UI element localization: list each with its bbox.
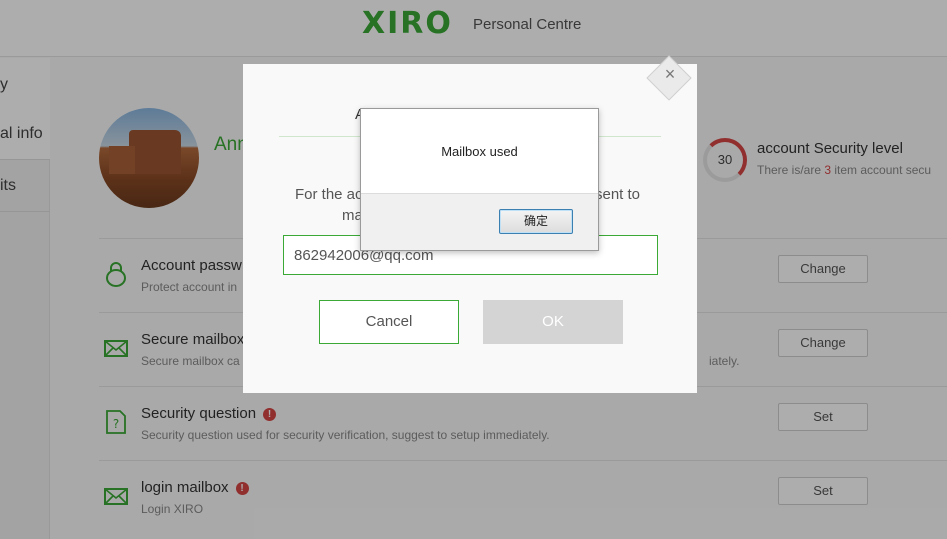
alert-footer: 确定 xyxy=(361,193,598,250)
close-icon[interactable]: × xyxy=(661,64,679,86)
alert-dialog: Mailbox used 确定 xyxy=(360,108,599,251)
modal-instruction-tail: sent to xyxy=(595,186,641,203)
ok-button[interactable]: OK xyxy=(483,300,623,344)
alert-message: Mailbox used xyxy=(441,144,518,159)
modal-instruction: For the ac xyxy=(295,186,363,203)
cancel-button[interactable]: Cancel xyxy=(319,300,459,344)
confirm-button[interactable]: 确定 xyxy=(499,209,573,234)
